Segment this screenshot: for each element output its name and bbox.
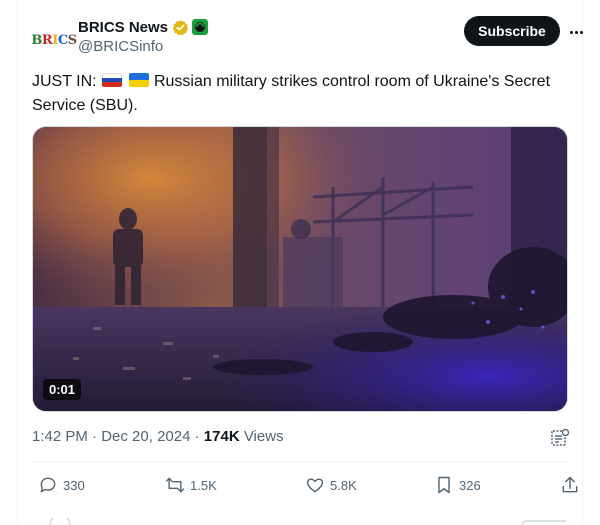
views-label: Views bbox=[239, 428, 284, 445]
verified-badge-icon[interactable] bbox=[172, 19, 189, 36]
action-bar: 330 1.5K 5.8K 326 bbox=[32, 472, 578, 498]
more-options-icon[interactable] bbox=[566, 22, 586, 42]
reply-composer-stub bbox=[49, 518, 566, 525]
views-count: 174K bbox=[203, 428, 240, 445]
like-count: 5.8K bbox=[330, 477, 357, 493]
tweet-meta: 1:42 PM · Dec 20, 2024 · 174K Views bbox=[32, 428, 284, 445]
repost-count: 1.5K bbox=[190, 477, 217, 493]
repost-button[interactable]: 1.5K bbox=[165, 472, 217, 498]
author-info: BRICS News @BRICSinfo bbox=[78, 17, 209, 55]
bookmark-icon bbox=[438, 476, 450, 494]
video-duration: 0:01 bbox=[43, 379, 82, 400]
analytics-icon[interactable] bbox=[550, 428, 570, 448]
bookmark-count: 326 bbox=[459, 477, 481, 493]
tweet-time[interactable]: 1:42 PM bbox=[32, 428, 88, 445]
account-handle[interactable]: @BRICSinfo bbox=[78, 38, 208, 55]
video-player[interactable]: 0:01 bbox=[32, 126, 568, 412]
reply-count: 330 bbox=[63, 477, 85, 493]
display-name[interactable]: BRICS News bbox=[78, 19, 168, 36]
bookmark-button[interactable]: 326 bbox=[434, 472, 481, 498]
like-button[interactable]: 5.8K bbox=[305, 472, 357, 498]
ukraine-flag-icon bbox=[128, 73, 149, 87]
heart-icon bbox=[306, 478, 324, 493]
avatar-logo: BRICS bbox=[31, 32, 77, 48]
reply-icon bbox=[40, 477, 56, 493]
repost-icon bbox=[165, 477, 185, 493]
subscribe-button[interactable]: Subscribe bbox=[464, 16, 560, 46]
russia-flag-icon bbox=[102, 73, 123, 87]
tweet-card: BRICS BRICS News @BRICSinfo Subscribe JU… bbox=[17, 0, 583, 525]
share-button[interactable] bbox=[560, 472, 585, 498]
video-frame bbox=[33, 127, 567, 411]
affiliate-badge-icon[interactable] bbox=[192, 19, 209, 35]
avatar[interactable]: BRICS bbox=[31, 20, 77, 60]
share-icon bbox=[562, 476, 578, 493]
reply-button[interactable]: 330 bbox=[38, 472, 85, 498]
tweet-header: BRICS BRICS News @BRICSinfo Subscribe bbox=[31, 14, 583, 60]
tweet-text: JUST IN: Russian military strikes contro… bbox=[32, 73, 551, 114]
divider bbox=[32, 461, 568, 462]
tweet-date[interactable]: Dec 20, 2024 bbox=[101, 428, 190, 445]
